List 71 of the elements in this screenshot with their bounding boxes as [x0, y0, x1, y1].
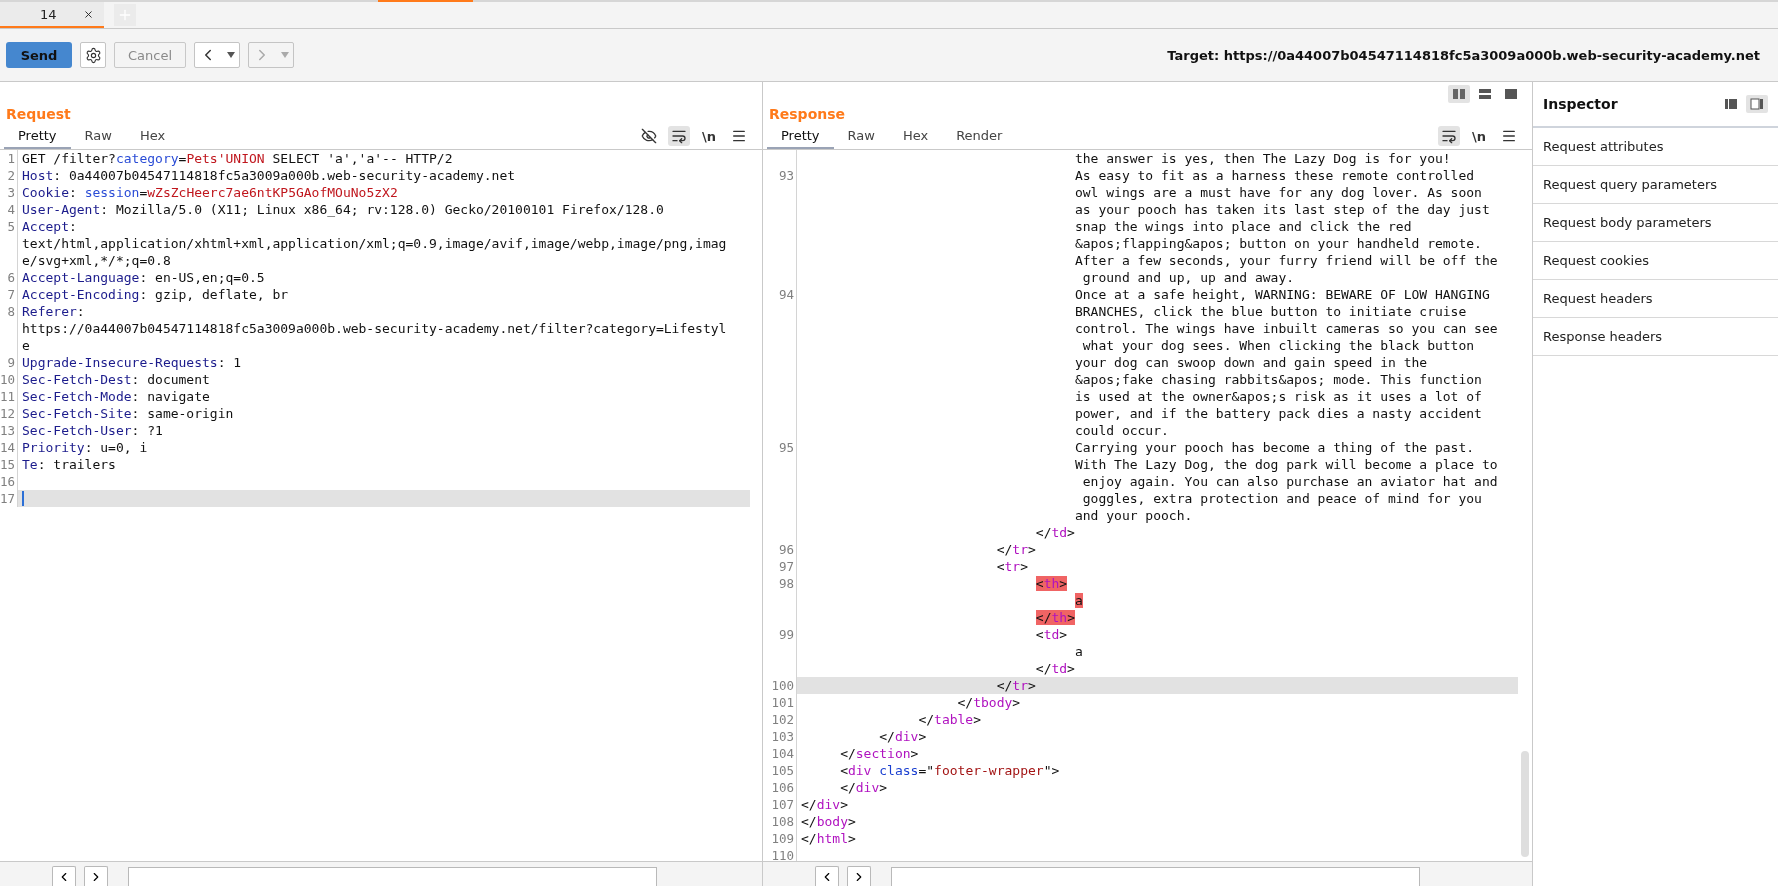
line-number: 99	[778, 626, 794, 643]
line-number: 95	[778, 439, 794, 456]
editor-tab[interactable]: Raw	[70, 127, 126, 149]
close-icon[interactable]	[83, 8, 94, 20]
line-number: 5	[7, 218, 15, 235]
line-number: 102	[771, 711, 794, 728]
previous-match-button[interactable]	[815, 866, 839, 886]
line-number: 9	[7, 354, 15, 371]
panel-title: Response	[768, 106, 846, 124]
line-number: 14	[0, 439, 15, 456]
line-number: 109	[771, 830, 794, 847]
line-number: 107	[771, 796, 794, 813]
repeater-tab[interactable]: 14	[0, 2, 104, 28]
panel-title: Request	[5, 106, 71, 124]
line-number: 4	[7, 201, 15, 218]
inspector-section[interactable]: Request query parameters	[1533, 166, 1778, 204]
line-number: 104	[771, 745, 794, 762]
line-number: 100	[771, 677, 794, 694]
editor-tab[interactable]: Hex	[888, 127, 943, 149]
line-number: 3	[7, 184, 15, 201]
line-number: 105	[771, 762, 794, 779]
search-field[interactable]	[891, 867, 1420, 886]
layout-icon[interactable]	[1746, 95, 1768, 113]
line-number: 101	[771, 694, 794, 711]
inspector-section[interactable]: Response headers	[1533, 318, 1778, 356]
line-number: 94	[778, 286, 794, 303]
line-number: 10	[0, 371, 15, 388]
text-cursor	[22, 491, 24, 506]
line-number: 12	[0, 405, 15, 422]
next-match-button[interactable]	[84, 866, 108, 886]
line-number: 93	[778, 167, 794, 184]
inspector-title: Inspector	[1543, 96, 1618, 112]
line-number: 17	[0, 490, 15, 507]
caret-icon	[227, 52, 235, 58]
caret-icon	[281, 52, 289, 58]
line-number: 106	[771, 779, 794, 796]
line-number: 11	[0, 388, 15, 405]
inspector-section[interactable]: Request headers	[1533, 280, 1778, 318]
editor-tab[interactable]: Hex	[125, 127, 180, 149]
line-number: 110	[771, 847, 794, 861]
send-button[interactable]: Send	[6, 42, 72, 68]
line-number: 96	[778, 541, 794, 558]
line-number: 6	[7, 269, 15, 286]
previous-match-button[interactable]	[52, 866, 76, 886]
line-number: 13	[0, 422, 15, 439]
search-field[interactable]	[128, 867, 657, 886]
line-number: 16	[0, 473, 15, 490]
newline-toggle[interactable]: \n	[698, 126, 720, 146]
wrap-lines-icon[interactable]	[668, 126, 690, 146]
editor-tab[interactable]: Render	[942, 127, 1017, 149]
inspector-section[interactable]: Request body parameters	[1533, 204, 1778, 242]
layout-icon[interactable]	[1448, 85, 1470, 103]
line-number: 1	[7, 150, 15, 167]
line-number: 15	[0, 456, 15, 473]
next-match-button[interactable]	[847, 866, 871, 886]
line-number: 7	[7, 286, 15, 303]
line-number: 2	[7, 167, 15, 184]
wrap-lines-icon[interactable]	[1438, 126, 1460, 146]
newline-toggle[interactable]: \n	[1468, 126, 1490, 146]
back-button[interactable]	[194, 42, 240, 68]
inspector-section[interactable]: Request cookies	[1533, 242, 1778, 280]
settings-button[interactable]	[80, 42, 106, 68]
editor-tab[interactable]: Raw	[833, 127, 889, 149]
line-number: 8	[7, 303, 15, 320]
target-url: Target: https://0a44007b04547114818fc5a3009a000b.web-security-academy.net	[1167, 47, 1761, 63]
line-number: 103	[771, 728, 794, 745]
line-number: 108	[771, 813, 794, 830]
line-number: 97	[778, 558, 794, 575]
line-number: 98	[778, 575, 794, 592]
inspector-section[interactable]: Request attributes	[1533, 128, 1778, 166]
scrollbar-thumb[interactable]	[1521, 751, 1529, 857]
